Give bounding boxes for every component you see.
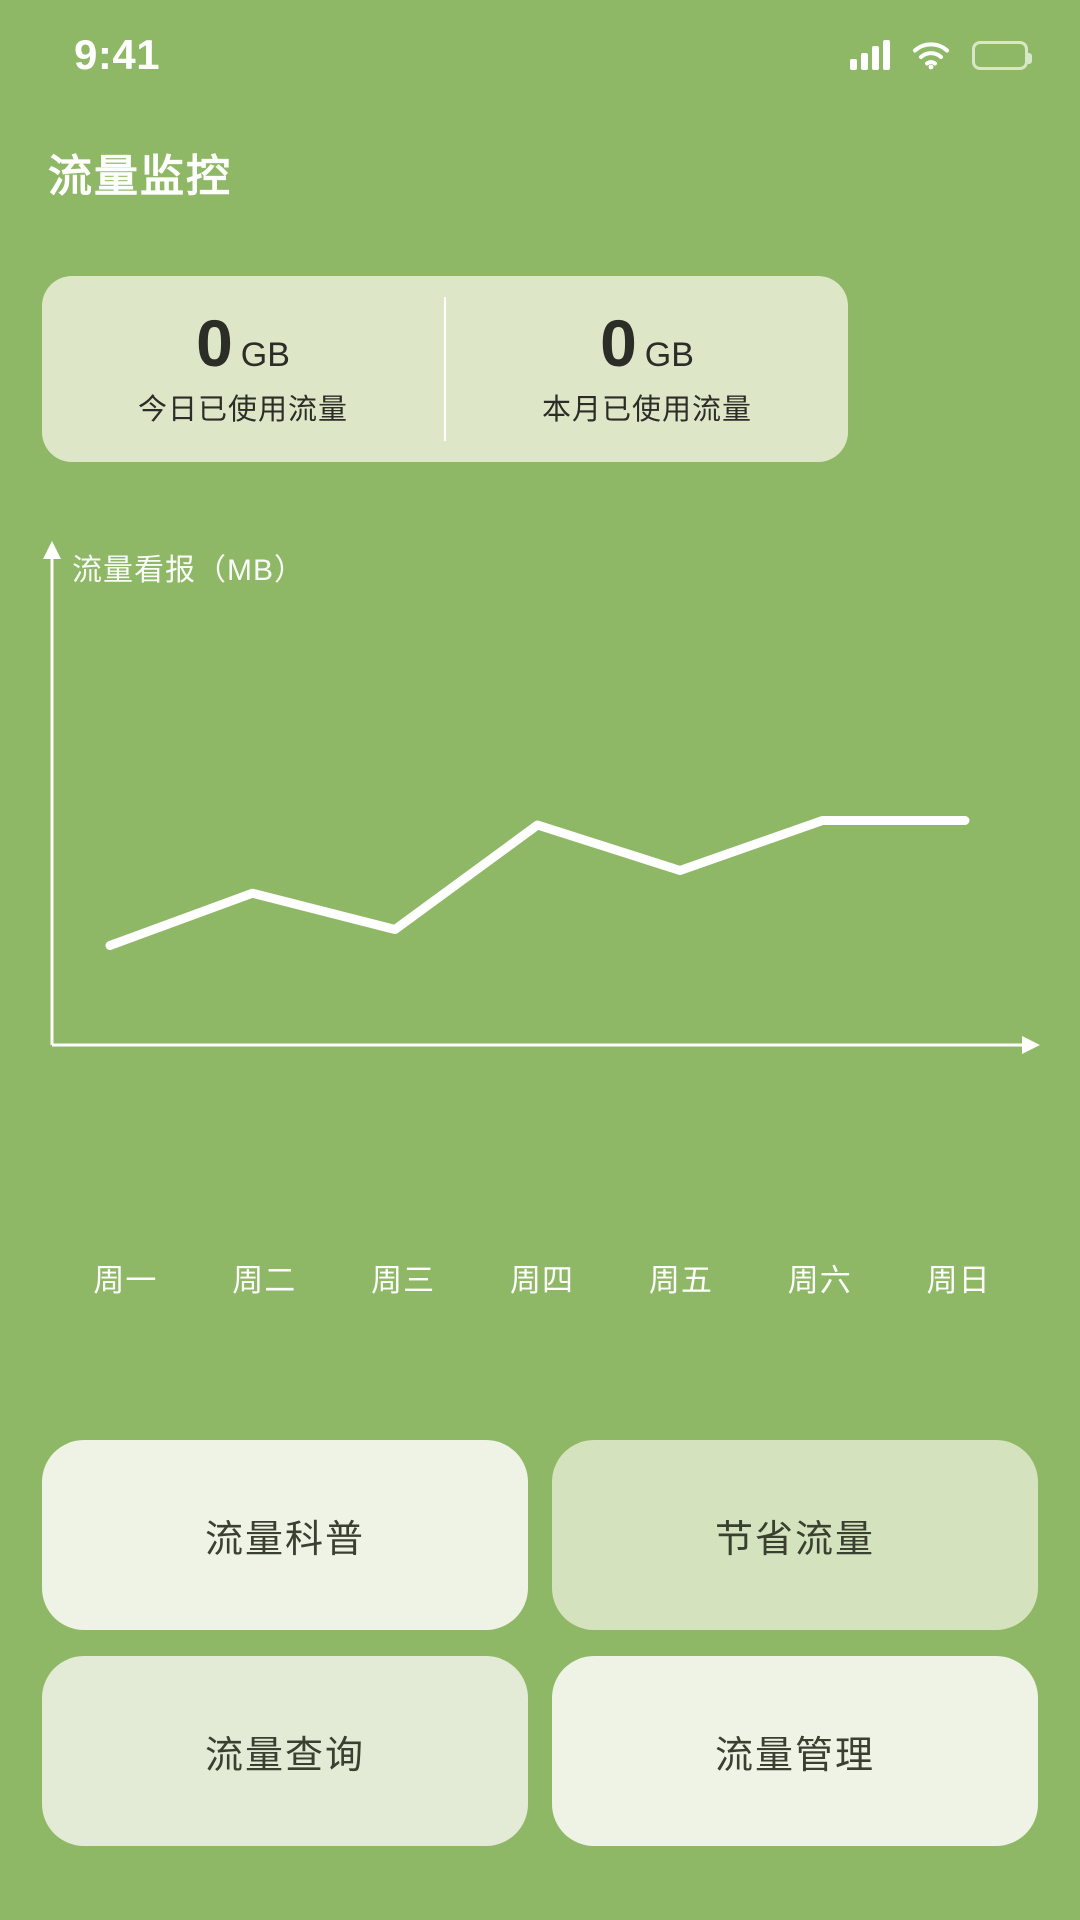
stat-divider xyxy=(444,297,446,441)
status-time: 9:41 xyxy=(74,31,161,78)
stat-today-unit: GB xyxy=(240,336,290,374)
page-title: 流量监控 xyxy=(48,152,232,201)
chart-x-label: 周二 xyxy=(232,1263,297,1298)
chart-x-label: 周四 xyxy=(510,1263,574,1298)
stat-today-value: 0 GB xyxy=(196,310,290,376)
chart-x-label: 周日 xyxy=(926,1263,991,1298)
action-tile-label: 流量科普 xyxy=(204,1518,365,1561)
battery-icon xyxy=(972,40,1032,70)
usage-stats-card: 0 GB 今日已使用流量 0 GB 本月已使用流量 xyxy=(42,276,848,462)
action-tile[interactable]: 流量管理 xyxy=(552,1656,1038,1846)
wifi-icon xyxy=(912,40,950,70)
signal-icon xyxy=(850,40,890,70)
usage-chart: 流量看报（MB） xyxy=(0,525,1080,1145)
action-tile-grid: 流量科普 节省流量流量查询 流量管理 xyxy=(42,1440,1038,1846)
action-tile-label: 流量管理 xyxy=(714,1734,875,1777)
action-tile[interactable]: 流量科普 xyxy=(42,1440,528,1630)
action-tile-label: 节省流量 xyxy=(714,1518,875,1561)
chart-canvas xyxy=(43,541,1040,1054)
stat-month-label: 本月已使用流量 xyxy=(541,394,752,426)
chart-x-label: 周三 xyxy=(371,1263,436,1298)
stat-month-number: 0 xyxy=(600,306,637,380)
stat-month-unit: GB xyxy=(644,336,694,374)
stat-month: 0 GB 本月已使用流量 xyxy=(446,310,848,428)
stat-today: 0 GB 今日已使用流量 xyxy=(42,310,444,428)
action-tile-label: 流量查询 xyxy=(204,1734,365,1777)
chart-x-label: 周一 xyxy=(93,1263,158,1298)
stat-month-value: 0 GB xyxy=(600,310,694,376)
action-tile[interactable]: 节省流量 xyxy=(552,1440,1038,1630)
chart-x-label: 周五 xyxy=(648,1263,713,1298)
status-bar: 9:41 xyxy=(0,0,1080,110)
action-tile[interactable]: 流量查询 xyxy=(42,1656,528,1846)
stat-today-number: 0 xyxy=(196,306,233,380)
chart-x-axis-labels: 周一 周二 周三 周四 周五 周六 周日 xyxy=(0,1255,1080,1300)
status-icons xyxy=(850,40,1032,70)
chart-x-label: 周六 xyxy=(787,1263,852,1298)
stat-today-label: 今日已使用流量 xyxy=(137,394,348,426)
